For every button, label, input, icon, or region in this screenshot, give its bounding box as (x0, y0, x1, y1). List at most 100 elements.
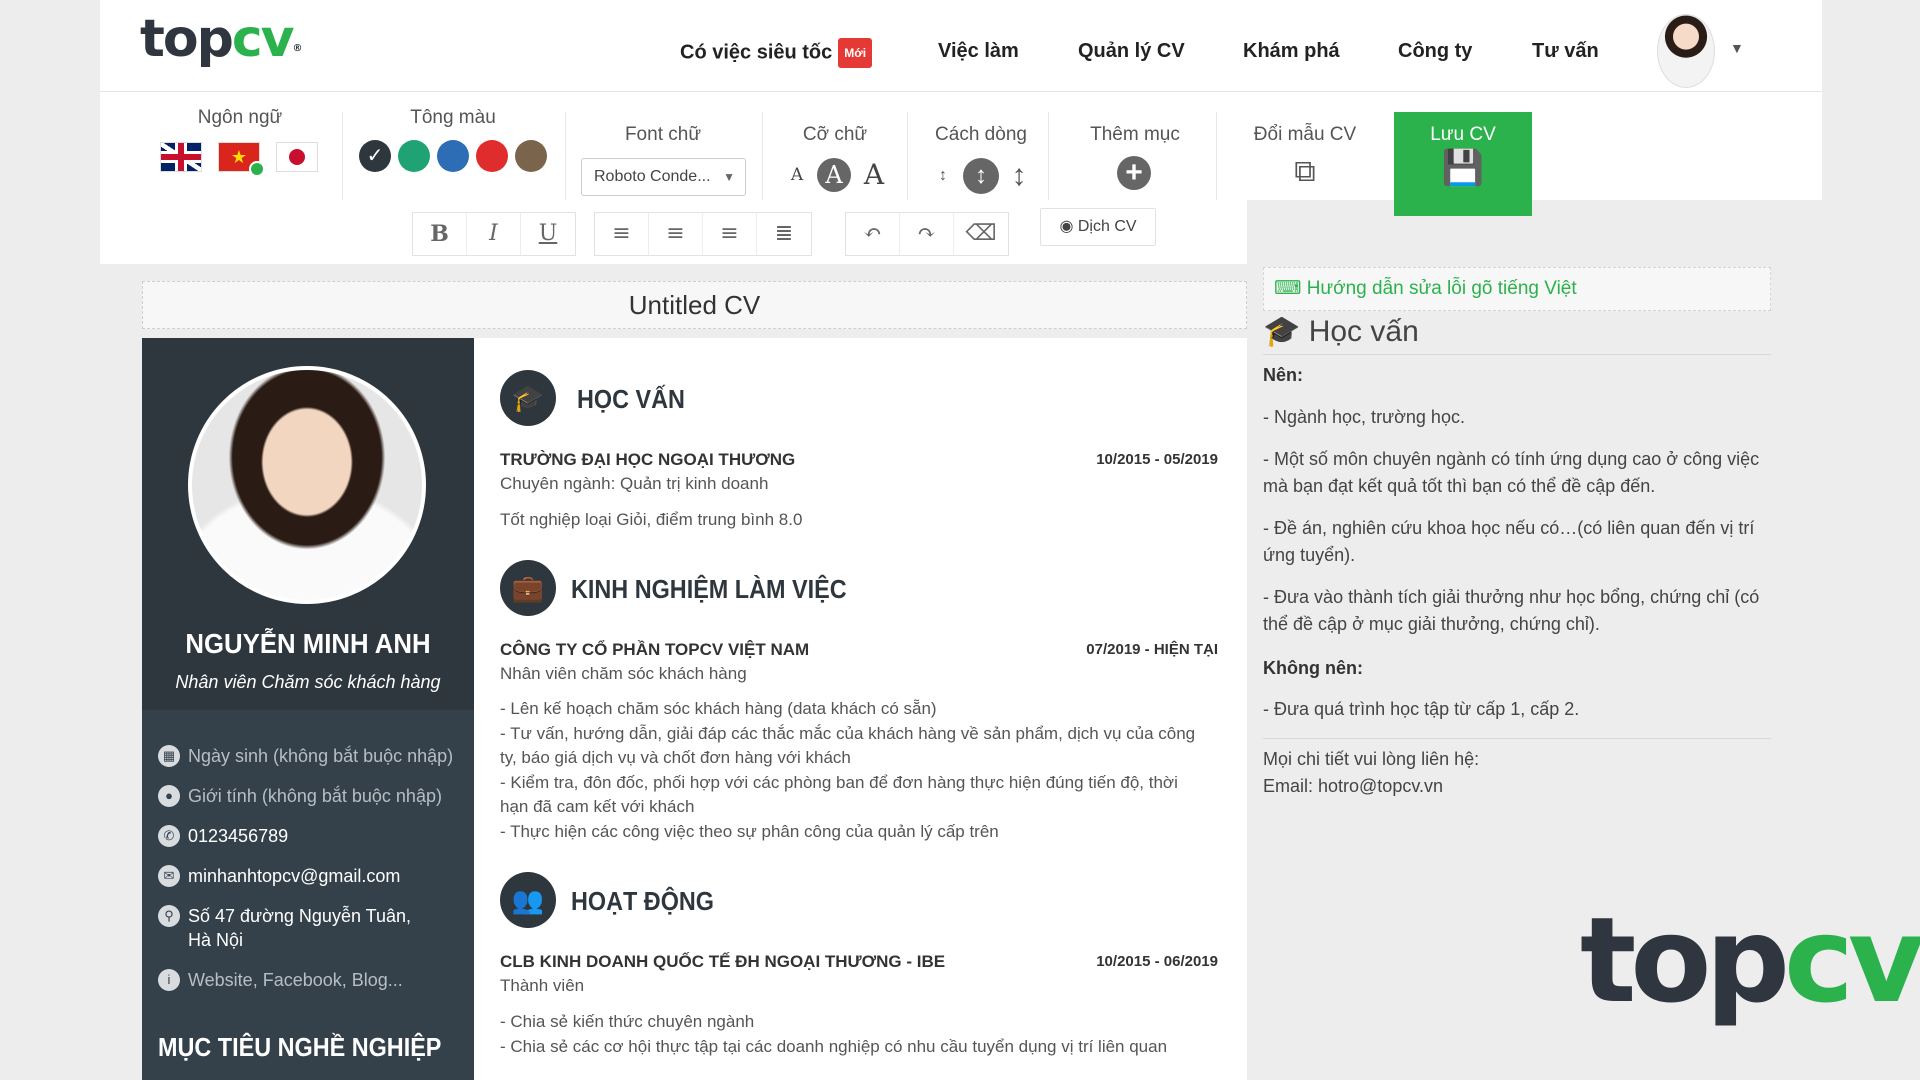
save-cv-button[interactable]: Lưu CV 💾 (1394, 112, 1532, 216)
align-right-icon[interactable]: ≡ (649, 213, 703, 255)
help-should-not-item: - Đưa quá trình học tập từ cấp 1, cấp 2. (1263, 699, 1580, 719)
change-template-icon[interactable]: ⧉ (1284, 152, 1326, 192)
nav-companies[interactable]: Công ty (1398, 38, 1472, 64)
flag-en-icon[interactable] (160, 142, 202, 172)
experience-company[interactable]: CÔNG TY CỔ PHẦN TOPCV VIỆT NAM (500, 640, 809, 660)
divider (565, 112, 566, 200)
line-spacing-large-icon[interactable]: ↕ (1007, 158, 1031, 194)
phone-icon: ✆ (158, 825, 180, 847)
info-icon: i (158, 969, 180, 991)
profile-photo[interactable] (188, 366, 426, 604)
experience-position[interactable]: Nhân viên chăm sóc khách hàng (500, 664, 747, 684)
cv-job-title[interactable]: Nhân viên Chăm sóc khách hàng (142, 672, 474, 693)
activity-role[interactable]: Thành viên (500, 976, 584, 996)
undo-icon[interactable]: ↶ (846, 213, 900, 255)
help-should-label: Nên: (1263, 365, 1303, 385)
add-section-icon[interactable]: + (1117, 156, 1151, 190)
divider (1263, 354, 1771, 355)
contact-gender[interactable]: ● Giới tính (không bắt buộc nhập) (158, 784, 458, 808)
contact-email[interactable]: ✉ minhanhtopcv@gmail.com (158, 864, 458, 888)
divider (1048, 112, 1049, 200)
education-school[interactable]: TRƯỜNG ĐẠI HỌC NGOẠI THƯƠNG (500, 450, 795, 470)
education-description[interactable]: Tốt nghiệp loại Giỏi, điểm trung bình 8.… (500, 508, 1210, 533)
group-icon: 👥 (500, 872, 556, 928)
contact-phone[interactable]: ✆ 0123456789 (158, 824, 458, 848)
help-should-item: - Một số môn chuyên ngành có tính ứng dụ… (1263, 449, 1760, 496)
help-section-title: 🎓 Học vấn (1263, 315, 1419, 348)
line-spacing-label: Cách dòng (935, 124, 1027, 145)
text-style-group: B I U (412, 212, 576, 256)
selected-check-icon (249, 161, 265, 177)
history-group: ↶ ↷ ⌫ (845, 212, 1009, 256)
activity-description[interactable]: - Chia sẻ kiến thức chuyên ngành - Chia … (500, 1010, 1210, 1059)
divider (762, 112, 763, 200)
change-template-label: Đổi mẫu CV (1253, 124, 1357, 145)
cv-title-input[interactable]: Untitled CV (142, 281, 1247, 329)
divider (1216, 112, 1217, 200)
experience-description[interactable]: - Lên kế hoạch chăm sóc khách hàng (data… (500, 697, 1210, 844)
font-size-large-icon[interactable]: A (860, 158, 888, 192)
graduation-cap-icon: 🎓 (1263, 315, 1309, 348)
color-swatch-blue[interactable] (437, 140, 469, 172)
activity-organization[interactable]: CLB KINH DOANH QUỐC TẾ ĐH NGOẠI THƯƠNG -… (500, 952, 945, 972)
nav-jobs[interactable]: Việc làm (938, 38, 1019, 64)
contact-birthday[interactable]: ▦ Ngày sinh (không bắt buộc nhập) (158, 744, 458, 768)
flag-vn-icon[interactable]: ★ (218, 142, 265, 177)
education-major[interactable]: Chuyên ngành: Quản trị kinh doanh (500, 474, 768, 494)
activity-date[interactable]: 10/2015 - 06/2019 (1096, 953, 1218, 970)
chevron-down-icon[interactable]: ▼ (1730, 40, 1744, 56)
flag-jp-icon[interactable] (276, 142, 318, 172)
help-should-not-label: Không nên: (1263, 658, 1363, 678)
color-swatch-dark[interactable]: ✓ (359, 140, 391, 172)
briefcase-icon: 💼 (500, 560, 556, 616)
align-group: ≡ ≡ ≡ ≣ (594, 212, 812, 256)
color-swatch-brown[interactable] (515, 140, 547, 172)
chevron-down-icon: ▼ (723, 170, 735, 184)
bold-button[interactable]: B (413, 213, 467, 255)
globe-icon: ◉ (1059, 218, 1078, 235)
font-size-medium-icon[interactable]: A (817, 158, 851, 192)
eraser-icon[interactable]: ⌫ (954, 213, 1008, 255)
redo-icon[interactable]: ↷ (900, 213, 954, 255)
line-spacing-small-icon[interactable]: ↕ (935, 158, 951, 194)
nav-advice[interactable]: Tư vấn (1532, 38, 1599, 64)
education-date[interactable]: 10/2015 - 05/2019 (1096, 451, 1218, 468)
underline-button[interactable]: U (521, 213, 575, 255)
translate-cv-button[interactable]: ◉ Dịch CV (1040, 208, 1156, 246)
color-label: Tông màu (410, 107, 496, 128)
user-avatar[interactable] (1657, 14, 1715, 88)
align-center-icon[interactable]: ≡ (703, 213, 757, 255)
education-section-title[interactable]: HỌC VẤN (577, 384, 685, 415)
align-left-icon[interactable]: ≡ (595, 213, 649, 255)
location-pin-icon: ⚲ (158, 905, 180, 927)
divider (1263, 738, 1771, 739)
align-justify-icon[interactable]: ≣ (757, 213, 811, 255)
save-icon: 💾 (1441, 149, 1485, 187)
experience-section-title[interactable]: KINH NGHIỆM LÀM VIỆC (571, 574, 847, 605)
font-select[interactable]: Roboto Conde... ▼ (581, 158, 746, 196)
help-should-item: - Đưa vào thành tích giải thưởng như học… (1263, 587, 1760, 634)
color-swatch-green[interactable] (398, 140, 430, 172)
activities-section-title[interactable]: HOẠT ĐỘNG (571, 886, 714, 917)
divider (907, 112, 908, 200)
italic-button[interactable]: I (467, 213, 521, 255)
nav-explore[interactable]: Khám phá (1243, 38, 1340, 64)
nav-fast-jobs[interactable]: Có việc siêu tốc Mới (680, 38, 873, 68)
cv-full-name[interactable]: NGUYỄN MINH ANH (155, 628, 460, 660)
calendar-icon: ▦ (158, 745, 180, 767)
person-icon: ● (158, 785, 180, 807)
contact-website[interactable]: i Website, Facebook, Blog... (158, 968, 458, 992)
topcv-logo[interactable]: topcv® (140, 4, 303, 74)
help-email-line: Email: hotro@topcv.vn (1263, 776, 1444, 796)
keyboard-icon: ⌨ (1274, 278, 1307, 299)
experience-date[interactable]: 07/2019 - HIỆN TẠI (1086, 641, 1218, 658)
objective-section-title[interactable]: MỤC TIÊU NGHỀ NGHIỆP (158, 1032, 441, 1063)
topcv-watermark-logo: topcv® (1580, 891, 1920, 1029)
new-badge: Mới (838, 38, 873, 68)
font-size-small-icon[interactable]: A (788, 158, 806, 192)
color-swatch-red[interactable] (476, 140, 508, 172)
vietnamese-typing-help-link[interactable]: ⌨ Hướng dẫn sửa lỗi gõ tiếng Việt (1263, 267, 1771, 311)
contact-address[interactable]: ⚲ Số 47 đường Nguyễn Tuân, Hà Nội (158, 904, 428, 952)
nav-manage-cv[interactable]: Quản lý CV (1078, 38, 1185, 64)
line-spacing-medium-icon[interactable]: ↕ (963, 158, 999, 194)
